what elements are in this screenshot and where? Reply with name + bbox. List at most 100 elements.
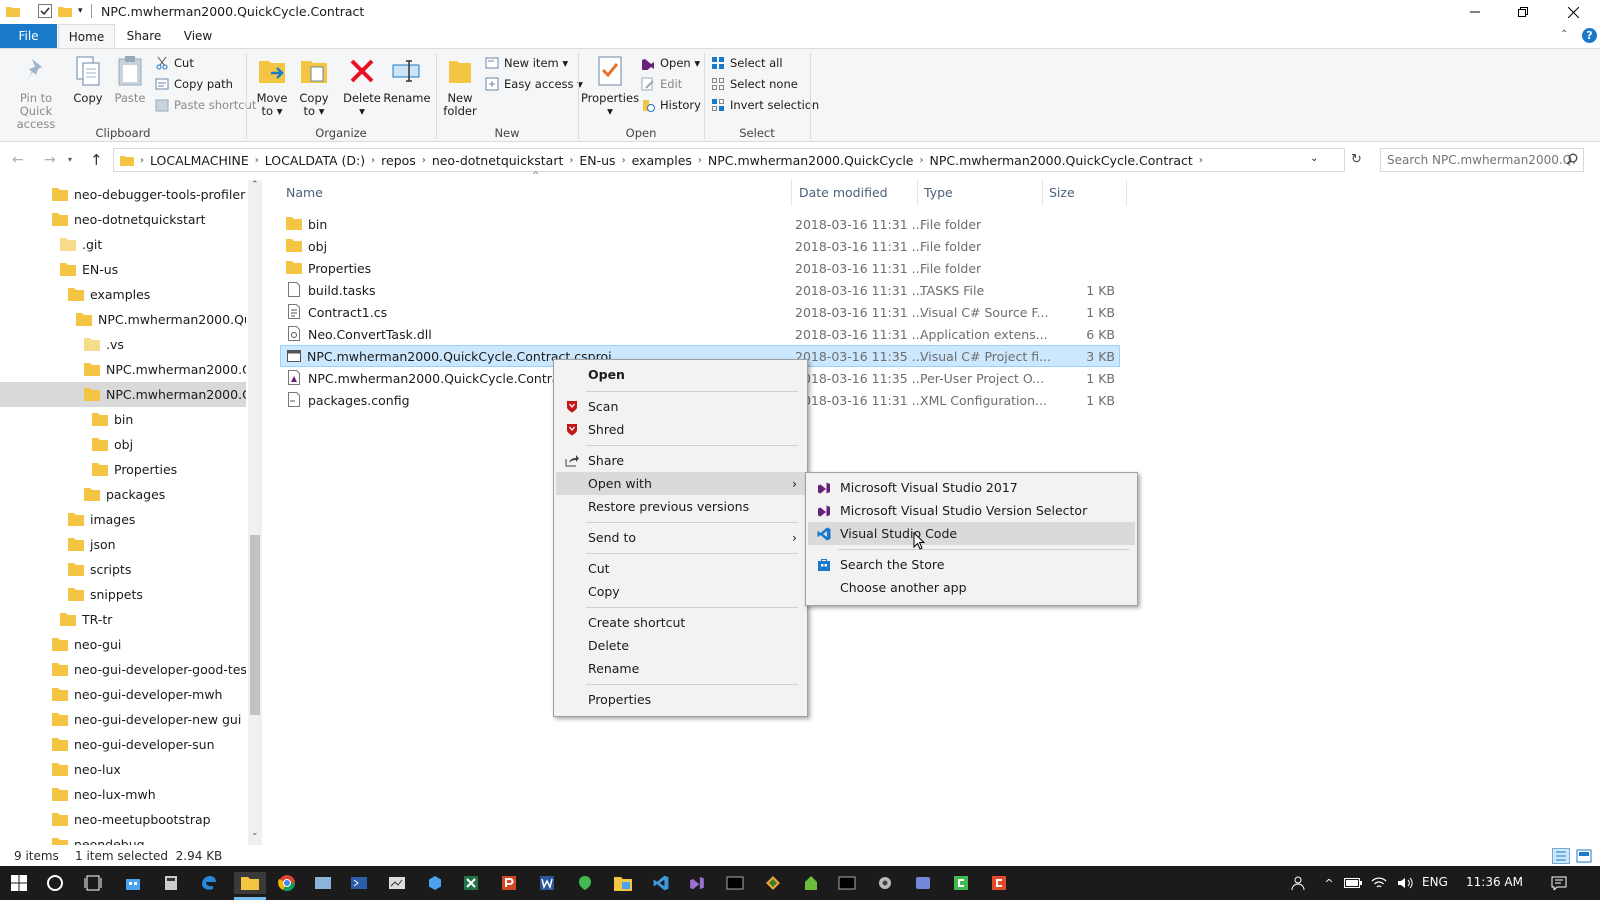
file-row[interactable]: bin 2018-03-16 11:31 ... File folder xyxy=(280,213,1120,235)
nav-item[interactable]: Properties xyxy=(0,457,246,482)
column-divider[interactable] xyxy=(791,180,792,206)
back-arrow-icon[interactable]: ← xyxy=(12,152,24,168)
nav-item[interactable]: neo-gui xyxy=(0,632,246,657)
menu-item-restore-versions[interactable]: Restore previous versions xyxy=(556,495,805,518)
menu-item-scan[interactable]: Scan xyxy=(556,395,805,418)
minimize-button[interactable] xyxy=(1452,0,1498,24)
powershell-icon[interactable] xyxy=(348,872,370,894)
breadcrumb-separator[interactable]: › xyxy=(1199,155,1203,166)
select-all-button[interactable]: Select all xyxy=(710,53,783,73)
breadcrumb-localdata[interactable]: LOCALDATA (D:) xyxy=(265,153,365,168)
nav-scrollbar[interactable]: ⌃ ⌄ xyxy=(248,180,262,845)
new-folder-button[interactable]: New folder xyxy=(440,53,480,118)
new-folder-quick-icon[interactable] xyxy=(58,5,72,17)
nav-item[interactable]: obj xyxy=(0,432,246,457)
scroll-down-icon[interactable]: ⌄ xyxy=(251,828,259,838)
nav-item[interactable]: .git xyxy=(0,232,246,257)
nav-item[interactable]: neo-dotnetquickstart xyxy=(0,207,246,232)
column-divider[interactable] xyxy=(1042,180,1043,206)
search-input[interactable] xyxy=(1380,148,1584,172)
terminal-icon[interactable] xyxy=(836,872,858,894)
menu-item-cut[interactable]: Cut xyxy=(556,557,805,580)
battery-icon[interactable] xyxy=(1342,872,1364,894)
copy-to-button[interactable]: Copy to ▾ xyxy=(294,53,334,118)
search-icon[interactable] xyxy=(1566,153,1578,165)
breadcrumb-contract[interactable]: NPC.mwherman2000.QuickCycle.Contract xyxy=(929,153,1192,168)
large-icons-view-icon[interactable] xyxy=(1576,849,1592,863)
app-icon[interactable] xyxy=(800,872,822,894)
easy-access-button[interactable]: Easy access ▾ xyxy=(484,74,583,94)
file-explorer-icon[interactable] xyxy=(234,872,266,894)
file-row[interactable]: build.tasks 2018-03-16 11:31 ... TASKS F… xyxy=(280,279,1120,301)
file-row[interactable]: Contract1.cs 2018-03-16 11:31 ... Visual… xyxy=(280,301,1120,323)
properties-check-icon[interactable] xyxy=(38,4,52,18)
customize-toolbar-icon[interactable]: ▾ xyxy=(78,6,83,16)
nav-item[interactable]: neo-lux-mwh xyxy=(0,782,246,807)
nav-item[interactable]: neo-gui-developer-new gui xyxy=(0,707,246,732)
menu-item-visual-studio-2017[interactable]: Microsoft Visual Studio 2017 xyxy=(808,476,1135,499)
edit-button[interactable]: Edit xyxy=(640,74,682,94)
word-icon[interactable] xyxy=(536,872,558,894)
collapse-ribbon-icon[interactable]: ⌃ xyxy=(1560,29,1568,40)
scroll-up-icon[interactable]: ⌃ xyxy=(251,180,259,190)
action-center-icon[interactable] xyxy=(1548,872,1570,894)
tab-share[interactable]: Share xyxy=(118,24,170,48)
nav-item[interactable]: snippets xyxy=(0,582,246,607)
menu-item-share[interactable]: Share xyxy=(556,449,805,472)
visual-studio-taskbar-icon[interactable] xyxy=(686,872,708,894)
new-item-button[interactable]: New item ▾ xyxy=(484,53,568,73)
nav-item[interactable]: scripts xyxy=(0,557,246,582)
app-icon[interactable] xyxy=(912,872,934,894)
nav-item[interactable]: TR-tr xyxy=(0,607,246,632)
help-icon[interactable]: ? xyxy=(1582,28,1597,43)
invert-selection-button[interactable]: Invert selection xyxy=(710,95,819,115)
tab-view[interactable]: View xyxy=(174,24,222,48)
app-icon[interactable] xyxy=(612,872,634,894)
volume-icon[interactable] xyxy=(1394,872,1416,894)
column-header-name[interactable]: Name xyxy=(286,185,323,200)
nav-item[interactable]: neo-lux xyxy=(0,757,246,782)
terminal-icon[interactable] xyxy=(724,872,746,894)
clock[interactable]: 11:36 AM xyxy=(1466,875,1523,889)
breadcrumb-separator[interactable]: › xyxy=(569,155,573,166)
select-none-button[interactable]: Select none xyxy=(710,74,798,94)
restore-button[interactable] xyxy=(1500,0,1546,24)
tab-file[interactable]: File xyxy=(0,24,57,48)
menu-item-vs-version-selector[interactable]: Microsoft Visual Studio Version Selector xyxy=(808,499,1135,522)
task-view-icon[interactable] xyxy=(82,872,104,894)
app-icon[interactable] xyxy=(574,872,596,894)
column-header-date[interactable]: Date modified xyxy=(799,185,888,200)
menu-item-shred[interactable]: Shred xyxy=(556,418,805,441)
windows-start-icon[interactable] xyxy=(8,872,30,894)
paste-shortcut-button[interactable]: Paste shortcut xyxy=(154,95,256,115)
app-icon[interactable] xyxy=(386,872,408,894)
tab-home[interactable]: Home xyxy=(58,24,115,48)
scrollbar-thumb[interactable] xyxy=(250,535,260,715)
address-bar[interactable]: › LOCALMACHINE › LOCALDATA (D:) › repos … xyxy=(113,148,1345,172)
breadcrumb-separator[interactable]: › xyxy=(919,155,923,166)
nav-item[interactable]: neo-debugger-tools-profiler2 xyxy=(0,182,246,207)
menu-item-choose-another-app[interactable]: Choose another app xyxy=(808,576,1135,599)
up-arrow-icon[interactable]: ↑ xyxy=(90,151,103,169)
column-header-size[interactable]: Size xyxy=(1049,185,1075,200)
nav-item[interactable]: neondebug xyxy=(0,832,246,845)
edge-icon[interactable] xyxy=(198,872,220,894)
nav-item[interactable]: neo-gui-developer-mwh xyxy=(0,682,246,707)
nav-item[interactable]: neo-gui-developer-good-testne xyxy=(0,657,246,682)
nav-item[interactable]: NPC.mwherman2000.QuickC xyxy=(0,307,246,332)
file-row[interactable]: Properties 2018-03-16 11:31 ... File fol… xyxy=(280,257,1120,279)
excel-icon[interactable] xyxy=(460,872,482,894)
show-hidden-icons-icon[interactable]: ^ xyxy=(1318,872,1340,894)
copy-path-button[interactable]: Copy path xyxy=(154,74,233,94)
file-row[interactable]: Neo.ConvertTask.dll 2018-03-16 11:31 ...… xyxy=(280,323,1120,345)
breadcrumb-repos[interactable]: repos xyxy=(381,153,416,168)
address-dropdown-icon[interactable]: ⌄ xyxy=(1310,153,1318,164)
paste-button[interactable]: Paste xyxy=(110,53,150,105)
menu-item-delete[interactable]: Delete xyxy=(556,634,805,657)
menu-item-send-to[interactable]: Send to › xyxy=(556,526,805,549)
menu-item-open[interactable]: Open xyxy=(556,363,805,386)
breadcrumb-separator[interactable]: › xyxy=(140,155,144,166)
details-view-icon[interactable] xyxy=(1552,848,1570,864)
breadcrumb-en-us[interactable]: EN-us xyxy=(579,153,615,168)
nav-item[interactable]: json xyxy=(0,532,246,557)
